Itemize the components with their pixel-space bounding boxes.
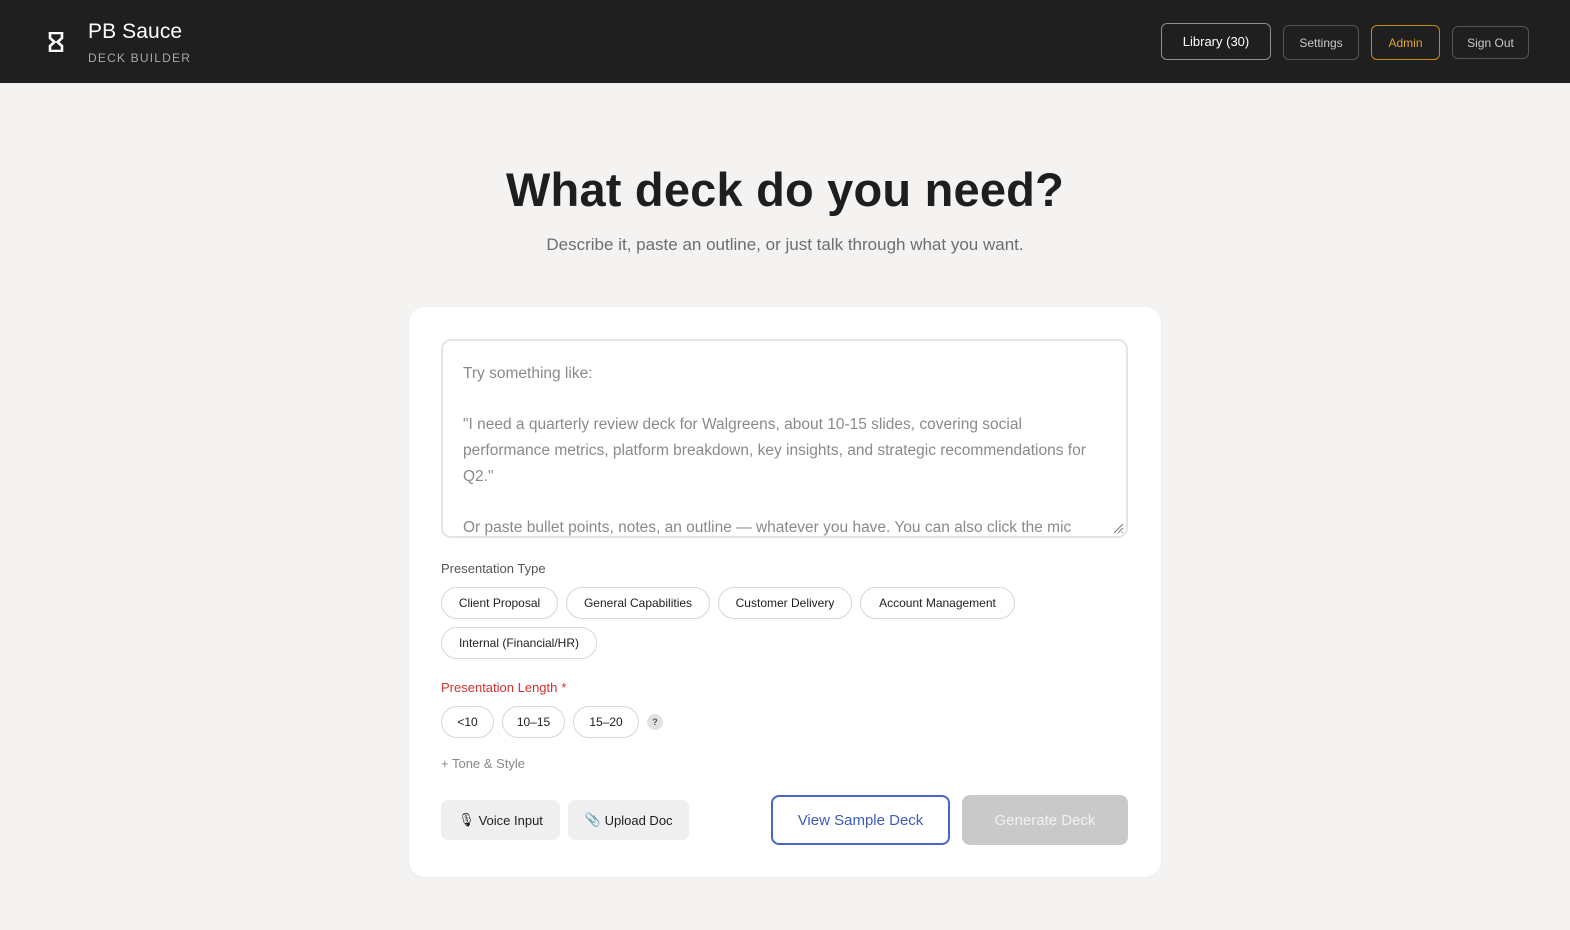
length-option-under-10[interactable]: <10 [441, 706, 494, 738]
library-button[interactable]: Library (30) [1161, 23, 1271, 60]
settings-button[interactable]: Settings [1283, 25, 1359, 60]
view-sample-deck-button[interactable]: View Sample Deck [771, 795, 950, 845]
length-help-icon[interactable]: ? [647, 714, 663, 730]
deck-description-textarea[interactable]: Try something like: "I need a quarterly … [441, 339, 1128, 538]
upload-doc-label: Upload Doc [604, 812, 673, 828]
generate-deck-button[interactable]: Generate Deck [962, 795, 1128, 845]
voice-input-button[interactable]: 🎙 Voice Input [441, 800, 560, 840]
type-option-client-proposal[interactable]: Client Proposal [441, 587, 558, 619]
page-subtitle: Describe it, paste an outline, or just t… [546, 235, 1024, 254]
microphone-icon: 🎙 [458, 812, 475, 828]
type-option-account-management[interactable]: Account Management [860, 587, 1015, 619]
sign-out-button[interactable]: Sign Out [1452, 26, 1529, 59]
presentation-type-label: Presentation Type [441, 561, 546, 576]
type-option-general-capabilities[interactable]: General Capabilities [566, 587, 710, 619]
voice-input-label: Voice Input [478, 812, 543, 828]
type-option-internal-financial-hr[interactable]: Internal (Financial/HR) [441, 627, 597, 659]
length-option-10-15[interactable]: 10–15 [502, 706, 565, 738]
resize-handle-icon[interactable] [1112, 522, 1124, 534]
presentation-length-text: Presentation Length [441, 680, 558, 695]
length-option-15-20[interactable]: 15–20 [573, 706, 639, 738]
top-navigation-bar: PB Sauce DECK BUILDER Library (30) Setti… [0, 0, 1570, 83]
presentation-length-label: Presentation Length * [441, 680, 566, 695]
textarea-placeholder: Try something like: "I need a quarterly … [463, 365, 1086, 537]
required-asterisk: * [561, 680, 567, 695]
upload-doc-button[interactable]: 📎 Upload Doc [568, 800, 689, 840]
paperclip-icon: 📎 [584, 812, 601, 828]
hourglass-logo-icon [48, 32, 64, 52]
admin-button[interactable]: Admin [1371, 25, 1440, 60]
page-title: What deck do you need? [505, 163, 1064, 216]
tone-style-toggle[interactable]: + Tone & Style [441, 756, 525, 771]
type-option-customer-delivery[interactable]: Customer Delivery [718, 587, 852, 619]
brand-title: PB Sauce [88, 20, 183, 43]
brand-subtitle: DECK BUILDER [88, 51, 192, 65]
